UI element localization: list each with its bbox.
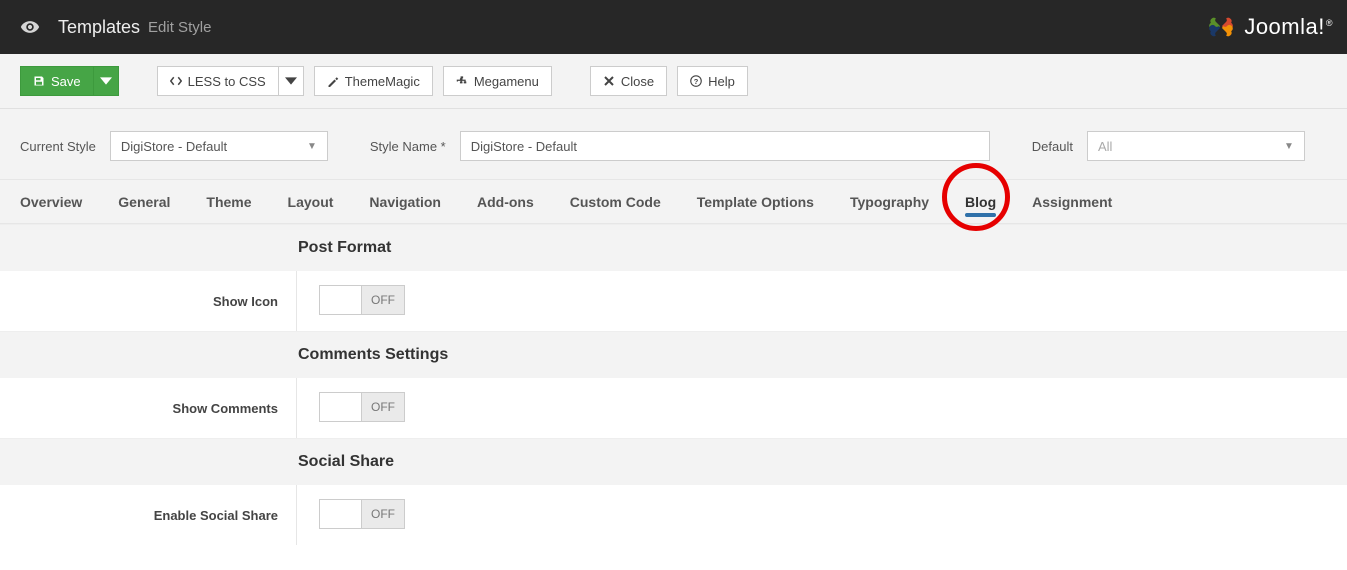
less-to-css-label: LESS to CSS <box>188 74 266 89</box>
default-select[interactable]: All ▼ <box>1087 131 1305 161</box>
tab-general[interactable]: General <box>118 180 170 223</box>
default-label: Default <box>1032 139 1073 154</box>
current-style-value: DigiStore - Default <box>121 139 227 154</box>
default-value: All <box>1098 139 1112 154</box>
help-label: Help <box>708 74 735 89</box>
social-section: Social Share <box>0 438 1347 485</box>
megamenu-label: Megamenu <box>474 74 539 89</box>
save-button-group: Save <box>20 66 119 96</box>
thememagic-label: ThemeMagic <box>345 74 420 89</box>
style-name-input[interactable] <box>460 131 990 161</box>
caret-down-icon <box>100 75 112 87</box>
brand-text: Joomla! <box>1244 14 1325 39</box>
tab-overview[interactable]: Overview <box>20 180 82 223</box>
comments-heading: Comments Settings <box>298 346 1347 364</box>
sitemap-icon <box>456 75 468 87</box>
less-to-css-button-group: LESS to CSS <box>157 66 304 96</box>
save-icon <box>33 75 45 87</box>
show-icon-row: Show Icon OFF <box>0 271 1347 331</box>
tab-addons[interactable]: Add-ons <box>477 180 534 223</box>
show-comments-row: Show Comments OFF <box>0 378 1347 438</box>
toggle-off-half: OFF <box>362 500 404 528</box>
tab-navigation[interactable]: Navigation <box>369 180 441 223</box>
save-button-label: Save <box>51 74 81 89</box>
toolbar: Save LESS to CSS ThemeMagic Megamenu Clo… <box>0 54 1347 109</box>
enable-social-toggle[interactable]: OFF <box>319 499 405 529</box>
caret-down-icon: ▼ <box>1284 141 1294 152</box>
show-comments-label: Show Comments <box>0 378 297 438</box>
tab-template-options[interactable]: Template Options <box>697 180 814 223</box>
tab-custom-code[interactable]: Custom Code <box>570 180 661 223</box>
toggle-on-half <box>320 500 362 528</box>
caret-down-icon: ▼ <box>307 141 317 152</box>
post-format-section: Post Format <box>0 224 1347 271</box>
help-button[interactable]: ? Help <box>677 66 748 96</box>
social-heading: Social Share <box>298 453 1347 471</box>
style-name-label: Style Name * <box>370 139 446 154</box>
save-button[interactable]: Save <box>20 66 93 96</box>
toggle-off-half: OFF <box>362 393 404 421</box>
post-format-heading: Post Format <box>298 239 1347 257</box>
less-to-css-button[interactable]: LESS to CSS <box>157 66 278 96</box>
tab-layout[interactable]: Layout <box>288 180 334 223</box>
page-title: Templates <box>58 17 140 38</box>
toggle-on-half <box>320 393 362 421</box>
joomla-logo: Joomla!® <box>1204 10 1333 44</box>
brand-trademark: ® <box>1326 18 1333 28</box>
toggle-off-half: OFF <box>362 286 404 314</box>
style-row: Current Style DigiStore - Default ▼ Styl… <box>0 109 1347 180</box>
show-comments-toggle[interactable]: OFF <box>319 392 405 422</box>
less-to-css-dropdown-button[interactable] <box>278 66 304 96</box>
wand-icon <box>327 75 339 87</box>
tab-theme[interactable]: Theme <box>206 180 251 223</box>
joomla-icon <box>1204 10 1238 44</box>
tab-assignment[interactable]: Assignment <box>1032 180 1112 223</box>
help-icon: ? <box>690 75 702 87</box>
current-style-select[interactable]: DigiStore - Default ▼ <box>110 131 328 161</box>
show-icon-label: Show Icon <box>0 271 297 331</box>
close-label: Close <box>621 74 654 89</box>
toggle-on-half <box>320 286 362 314</box>
close-icon <box>603 75 615 87</box>
svg-text:?: ? <box>694 77 699 86</box>
caret-down-icon <box>285 75 297 87</box>
save-dropdown-button[interactable] <box>93 66 119 96</box>
thememagic-button[interactable]: ThemeMagic <box>314 66 433 96</box>
enable-social-label: Enable Social Share <box>0 485 297 545</box>
current-style-label: Current Style <box>20 139 96 154</box>
enable-social-row: Enable Social Share OFF <box>0 485 1347 545</box>
megamenu-button[interactable]: Megamenu <box>443 66 552 96</box>
page-subtitle: Edit Style <box>148 19 211 36</box>
page-header: Templates Edit Style Joomla!® <box>0 0 1347 54</box>
tab-blog[interactable]: Blog <box>965 180 996 223</box>
code-icon <box>170 75 182 87</box>
tabs-row: Overview General Theme Layout Navigation… <box>0 180 1347 224</box>
eye-icon <box>20 17 40 37</box>
close-button[interactable]: Close <box>590 66 667 96</box>
tab-typography[interactable]: Typography <box>850 180 929 223</box>
show-icon-toggle[interactable]: OFF <box>319 285 405 315</box>
comments-section: Comments Settings <box>0 331 1347 378</box>
